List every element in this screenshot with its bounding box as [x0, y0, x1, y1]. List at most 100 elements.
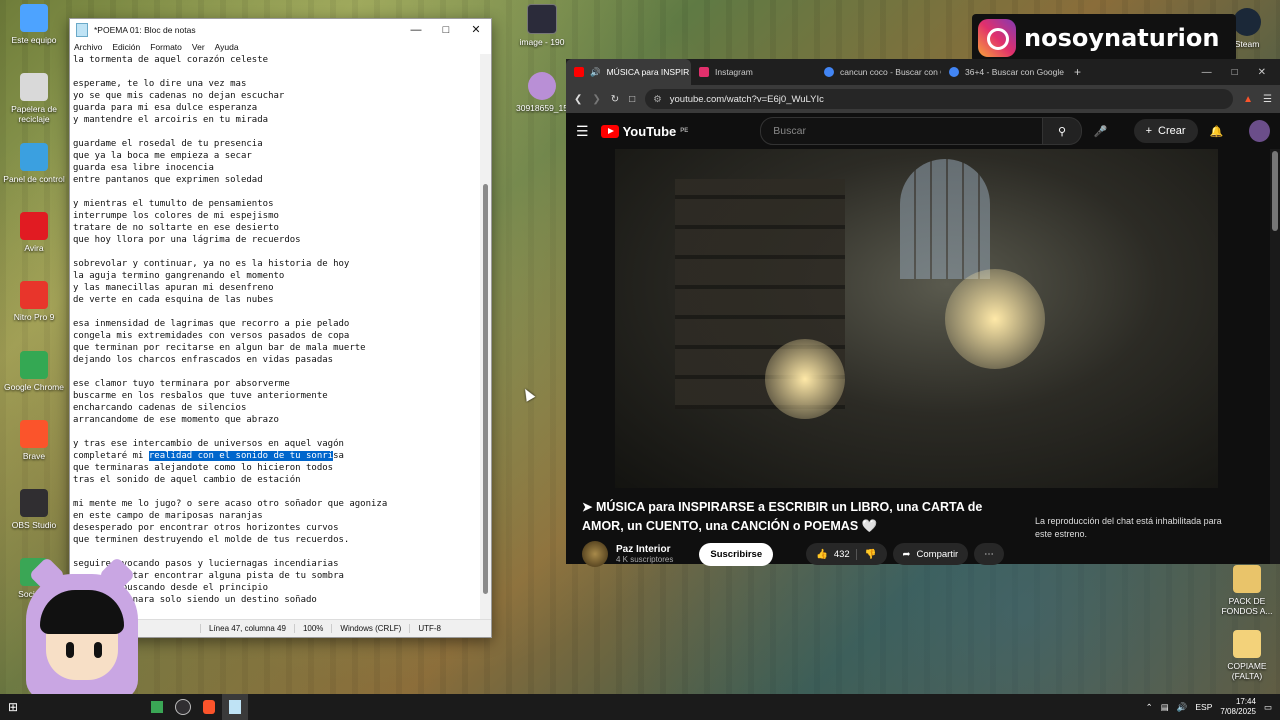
- search-input[interactable]: Buscar: [760, 117, 1044, 145]
- text-line: sobrevolar y continuar, ya no es la hist…: [73, 259, 350, 269]
- speaker-icon[interactable]: 🔊: [590, 67, 601, 78]
- create-button[interactable]: + Crear: [1133, 119, 1198, 143]
- channel-name[interactable]: Paz Interior: [616, 544, 673, 555]
- taskbar: ⊞ ⌃ ▤ 🔊 ESP 17:44 7/08/2025 ▭: [0, 694, 1280, 720]
- desktop-icon-control-panel[interactable]: Panel de control: [2, 143, 66, 184]
- taskbar-notepad[interactable]: [222, 694, 248, 720]
- close-button[interactable]: ✕: [1258, 67, 1266, 78]
- network-icon[interactable]: ▤: [1161, 702, 1169, 713]
- text-line: que terminen destruyendo el molde de tus…: [73, 535, 350, 545]
- video-actions: 👍 432 👎 ➦ Compartir ⋯: [806, 543, 1004, 565]
- desktop-icon-chrome[interactable]: Google Chrome: [2, 351, 66, 392]
- selected-text[interactable]: realidad con el sonido de tu sonri: [148, 451, 334, 461]
- brave-shield-icon[interactable]: ▲: [1243, 94, 1253, 105]
- tab-label: cancun coco - Buscar con Goo: [840, 67, 941, 77]
- url-field[interactable]: ⚙ youtube.com/watch?v=E6j0_WuLYIc: [645, 89, 1234, 109]
- tab-google-1[interactable]: cancun coco - Buscar con Goo: [816, 59, 941, 85]
- tab-google-2[interactable]: 36+4 - Buscar con Google: [941, 59, 1066, 85]
- text-line: [73, 186, 479, 198]
- site-info-icon[interactable]: ⚙: [653, 94, 662, 105]
- volume-icon[interactable]: 🔊: [1177, 702, 1188, 713]
- channel-subscribers: 4 K suscriptores: [616, 555, 674, 564]
- tab-youtube[interactable]: 🔊 MÚSICA para INSPIR ✕: [566, 59, 691, 85]
- account-avatar[interactable]: [1249, 120, 1270, 142]
- taskbar-obs[interactable]: [170, 694, 196, 720]
- scrollbar-thumb[interactable]: [483, 184, 488, 594]
- minimize-button[interactable]: —: [401, 19, 431, 40]
- language-indicator[interactable]: ESP: [1195, 702, 1212, 712]
- text-line: tras el sonido de aquel cambio de estaci…: [73, 475, 301, 485]
- desktop-icon-image[interactable]: image - 190: [510, 4, 574, 47]
- bookmark-icon[interactable]: □: [629, 94, 635, 105]
- desktop-icon-obs[interactable]: OBS Studio: [2, 489, 66, 530]
- menu-formato[interactable]: Formato: [150, 42, 182, 52]
- desktop-icon-nitro[interactable]: Nitro Pro 9: [2, 281, 66, 322]
- notepad-scrollbar[interactable]: [480, 54, 491, 627]
- taskbar-app-1[interactable]: [144, 694, 170, 720]
- reload-icon[interactable]: ↻: [611, 94, 619, 105]
- browser-window[interactable]: 🔊 MÚSICA para INSPIR ✕ Instagram cancun …: [566, 59, 1280, 567]
- notepad-window[interactable]: *POEMA 01: Bloc de notas — □ ✕ Archivo E…: [69, 18, 492, 638]
- tab-label: MÚSICA para INSPIR: [606, 67, 690, 77]
- menu-ayuda[interactable]: Ayuda: [215, 42, 239, 52]
- text-line: guarda esa libre inocencia: [73, 163, 214, 173]
- text-line: que terminaras alejandote como lo hicier…: [73, 463, 334, 473]
- youtube-logo[interactable]: YouTube PE: [600, 124, 688, 139]
- text-line: [73, 366, 479, 378]
- desktop-icon-brave[interactable]: Brave: [2, 420, 66, 461]
- notifications-icon[interactable]: ▭: [1264, 702, 1272, 713]
- menu-edicion[interactable]: Edición: [112, 42, 140, 52]
- tray-chevron-icon[interactable]: ⌃: [1146, 702, 1153, 713]
- notepad-text-area[interactable]: la tormenta de aquel corazón celeste espe…: [71, 54, 479, 627]
- text-line: [73, 126, 479, 138]
- scrollbar-thumb[interactable]: [1272, 151, 1278, 231]
- page-scrollbar[interactable]: [1270, 149, 1280, 564]
- video-player[interactable]: [615, 149, 1218, 488]
- desktop-icon-image-2[interactable]: 30918659_15: [510, 72, 574, 113]
- desktop-icon-recycle-bin[interactable]: Papelera de reciclaje: [2, 73, 66, 124]
- text-line: que hoy llora por una lágrima de recuerd…: [73, 235, 301, 245]
- text-line: la aguja termino gangrenando el momento: [73, 271, 285, 281]
- close-button[interactable]: ✕: [461, 19, 491, 40]
- forward-icon[interactable]: ❯: [592, 94, 600, 105]
- menu-ver[interactable]: Ver: [192, 42, 205, 52]
- text-line: arrancandome de ese momento que abrazo: [73, 415, 279, 425]
- minimize-button[interactable]: —: [1202, 67, 1212, 78]
- text-line: entre pantanos que exprimen soledad: [73, 175, 263, 185]
- extensions-icon[interactable]: ☰: [1263, 94, 1272, 105]
- search-button[interactable]: ⚲: [1043, 117, 1082, 145]
- like-button[interactable]: 👍 432 👎: [806, 543, 887, 565]
- maximize-button[interactable]: □: [1232, 67, 1238, 78]
- clock[interactable]: 17:44 7/08/2025: [1220, 697, 1256, 717]
- back-icon[interactable]: ❮: [574, 94, 582, 105]
- mic-icon[interactable]: 🎤: [1094, 125, 1108, 138]
- desktop-icon-pack[interactable]: PACK DE FONDOS A...: [1215, 565, 1279, 616]
- text-line: buscarme en los resbalos que tuve anteri…: [73, 391, 328, 401]
- text-line: mi mente me lo jugo? o sere acaso otro s…: [73, 499, 388, 509]
- notifications-icon[interactable]: 🔔: [1210, 125, 1224, 138]
- notepad-titlebar[interactable]: *POEMA 01: Bloc de notas — □ ✕: [70, 19, 491, 40]
- tab-instagram[interactable]: Instagram: [691, 59, 816, 85]
- menu-icon[interactable]: ☰: [576, 123, 589, 140]
- brave-icon: [203, 700, 215, 714]
- thumbs-down-icon[interactable]: 👎: [855, 548, 877, 560]
- channel-avatar[interactable]: [582, 541, 608, 567]
- start-button[interactable]: ⊞: [0, 694, 26, 720]
- text-line: [73, 66, 479, 78]
- avira-icon: [20, 212, 48, 240]
- status-position: Línea 47, columna 49: [200, 624, 294, 633]
- share-button[interactable]: ➦ Compartir: [892, 543, 969, 565]
- desktop-icon-computer[interactable]: Este equipo: [2, 4, 66, 45]
- video-scene-lamp: [765, 339, 845, 419]
- menu-archivo[interactable]: Archivo: [74, 42, 102, 52]
- text-line: guardame el rosedal de tu presencia: [73, 139, 263, 149]
- taskbar-brave[interactable]: [196, 694, 222, 720]
- new-tab-button[interactable]: +: [1074, 65, 1081, 79]
- desktop-icon-avira[interactable]: Avira: [2, 212, 66, 253]
- maximize-button[interactable]: □: [431, 19, 461, 40]
- desktop-icon-copiame[interactable]: COPIAME (FALTA): [1215, 630, 1279, 681]
- subscribe-button[interactable]: Suscribirse: [699, 542, 774, 566]
- more-actions-button[interactable]: ⋯: [974, 543, 1004, 565]
- text-line: y mientras el tumulto de pensamientos: [73, 199, 274, 209]
- obs-icon: [20, 489, 48, 517]
